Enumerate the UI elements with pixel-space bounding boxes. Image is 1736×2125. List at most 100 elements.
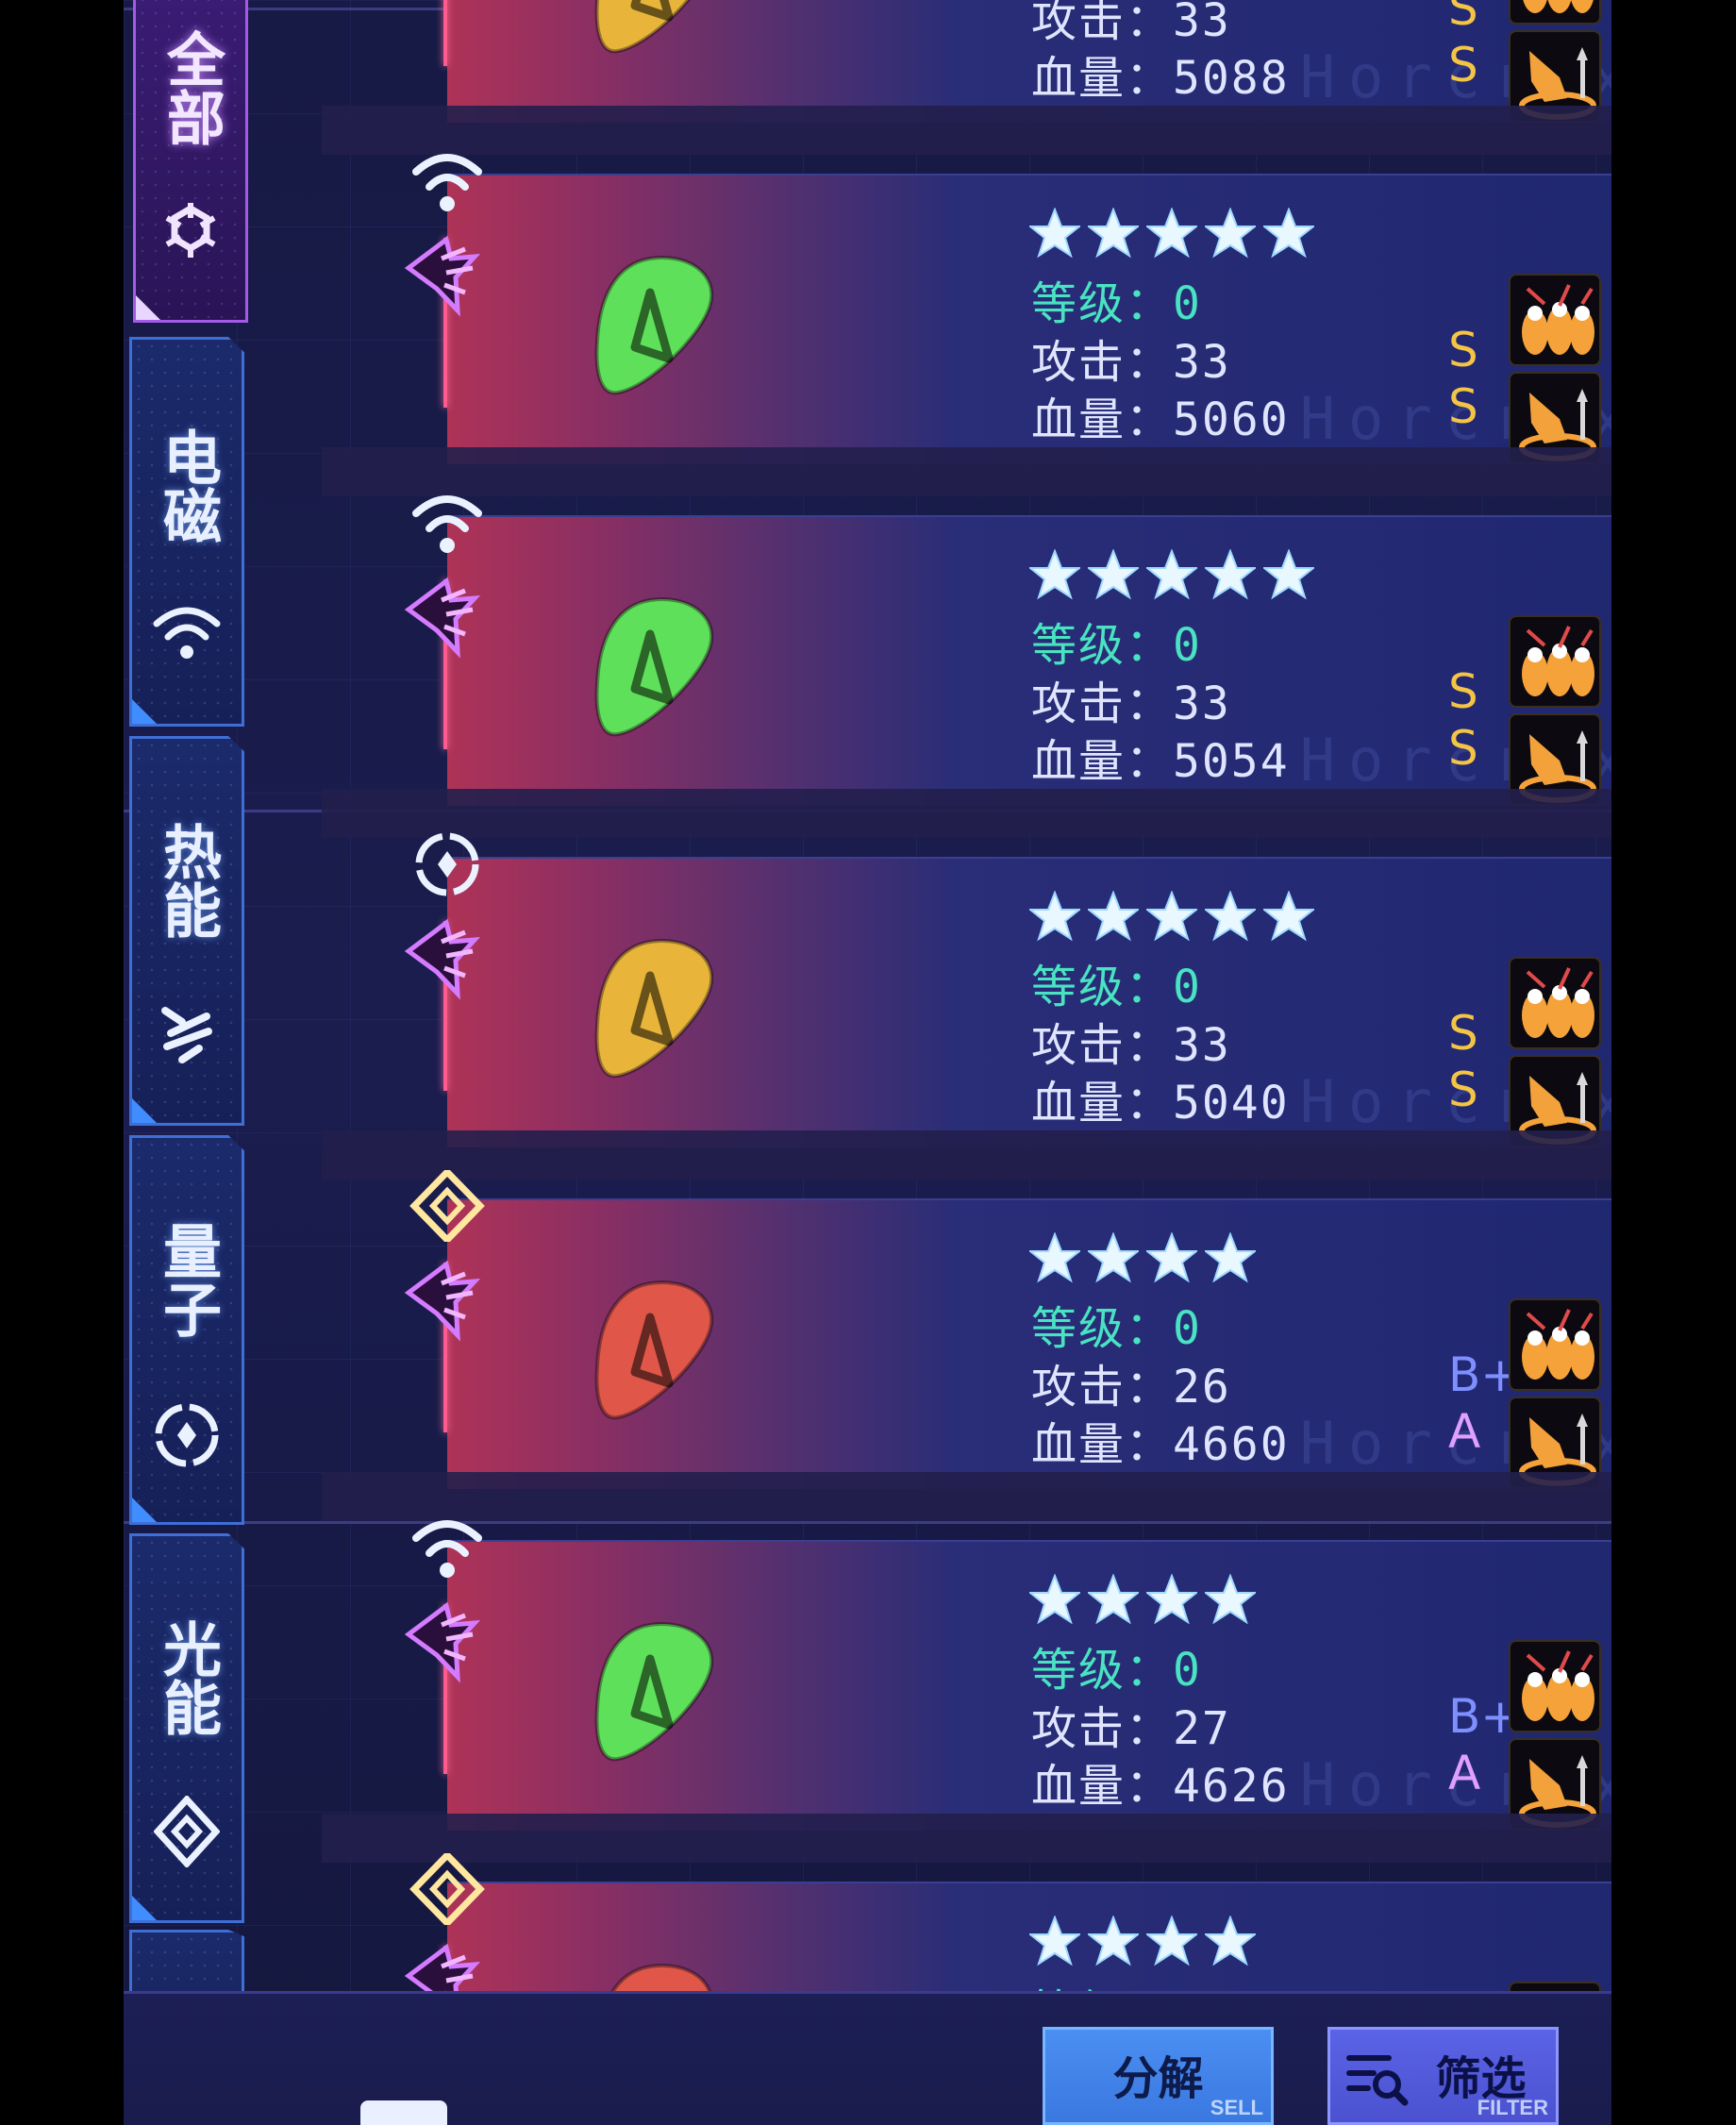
weapon-card[interactable]: 等级：0攻击：26血量：4660B+A [322,1130,1611,1489]
star-icon [1205,549,1256,600]
wifi-element-icon [409,487,486,559]
card-header-band [322,106,1611,155]
thermal-icon [161,1007,212,1063]
star-icon [1263,891,1314,942]
card-header-band [322,1814,1611,1863]
star-icon [1029,208,1080,259]
star-icon [1146,1574,1197,1625]
bottom-action-bar: 分解 SELL 筛选 FILTER [124,1991,1611,2125]
weapon-card[interactable]: 攻击：33血量：5088SS [322,0,1611,123]
attack-grade: S [1448,1006,1478,1061]
light-icon [154,1796,220,1867]
attack-text: 攻击：33 [1031,678,1231,730]
rarity-stars [1029,1574,1256,1627]
card-header-band [322,1130,1611,1180]
chat-icon[interactable] [360,2100,447,2125]
star-icon [1205,1232,1256,1283]
level-text: 等级：0 [1031,619,1202,672]
weapon-card[interactable]: 等级：0 攻击：33血量：5054 SS [322,447,1611,806]
hp-text: 血量：4626 [1031,1760,1290,1813]
quantum-icon [155,1403,219,1467]
filter-button[interactable]: 筛选 FILTER [1327,2027,1559,2125]
hp-text: 血量：4660 [1031,1418,1290,1471]
weapon-card[interactable]: 等级：0攻击：27血量：4626B+A [322,1472,1611,1831]
level-text: 等级：0 [1031,1302,1202,1355]
attack-text: 攻击：27 [1031,1702,1231,1755]
skill-icon-group [1509,0,1601,25]
character-badge-icon [399,913,493,1008]
wifi-icon [153,607,221,659]
skill-icon-group [1509,615,1601,708]
star-icon [1205,1574,1256,1625]
hp-grade: A [1448,1746,1481,1800]
light-element-icon [409,1849,486,1929]
tab-all[interactable]: 全部 [133,0,248,323]
card-header-band [322,1472,1611,1521]
attack-text: 攻击：33 [1031,336,1231,389]
tab-all-label: 全部 [157,29,225,146]
star-icon [1146,208,1197,259]
wifi-element-icon [409,1512,486,1583]
guitar-pick-icon [594,0,691,54]
star-icon [1263,549,1314,600]
light-element-icon [409,1166,486,1246]
tab-light[interactable]: 光能 [129,1533,244,1923]
star-icon [1088,208,1139,259]
card-header-band [322,447,1611,496]
star-icon [1029,1232,1080,1283]
tab-thermal[interactable]: 热能 [129,736,244,1126]
star-icon [1146,1916,1197,1966]
weapon-card[interactable]: 等级：0 攻击：33血量：5040 SS [322,789,1611,1147]
star-icon [1146,891,1197,942]
attack-text: 攻击：26 [1031,1361,1231,1414]
guitar-pick-icon [594,939,714,1079]
star-icon [1088,1916,1139,1966]
star-icon [1088,891,1139,942]
tab-corner [132,1498,157,1522]
weapon-card[interactable]: 等级：0 攻击：33血量：5060 SS [322,106,1611,464]
hp-grade: S [1448,38,1478,92]
quantum-element-icon [409,828,486,900]
tab-light-label: 光能 [153,1619,222,1736]
star-icon [1205,208,1256,259]
tab-corner [132,1896,157,1920]
guitar-pick-icon [594,597,714,737]
skill-icon-group [1509,1640,1601,1732]
star-icon [1146,549,1197,600]
character-badge-icon [399,572,493,666]
card-header-band [322,789,1611,838]
skill-icon-group [1509,274,1601,366]
skill-icon-group [1509,1298,1601,1391]
attack-grade: S [1448,323,1478,377]
hp-text: 血量：5040 [1031,1077,1290,1129]
hp-text: 血量：5088 [1031,52,1290,105]
attack-grade: S [1448,0,1478,36]
hp-grade: A [1448,1404,1481,1459]
attack-grade: S [1448,664,1478,719]
star-icon [1029,891,1080,942]
guitar-pick-icon [594,256,714,395]
hp-grade: S [1448,379,1478,434]
star-icon [1029,1574,1080,1625]
star-icon [1029,549,1080,600]
tab-quantum-label: 量子 [153,1221,222,1338]
hp-text: 血量：5060 [1031,393,1290,446]
rarity-stars [1029,1916,1256,1968]
card-accent-line [443,0,447,66]
sell-button[interactable]: 分解 SELL [1043,2027,1274,2125]
attack-text: 攻击：33 [1031,1019,1231,1072]
star-icon [1029,1916,1080,1966]
tab-electromagnetic-label: 电磁 [153,427,222,544]
tab-quantum[interactable]: 量子 [129,1135,244,1525]
rarity-stars [1029,549,1314,602]
character-badge-icon [399,1255,493,1349]
hp-grade: S [1448,1062,1478,1117]
sell-button-sub: SELL [1210,2096,1263,2119]
rarity-stars [1029,208,1314,260]
character-badge-icon [399,230,493,325]
tab-corner [136,295,160,320]
wifi-element-icon [409,145,486,217]
tab-electromagnetic[interactable]: 电磁 [129,337,244,727]
hp-text: 血量：5054 [1031,735,1290,788]
star-icon [1263,208,1314,259]
